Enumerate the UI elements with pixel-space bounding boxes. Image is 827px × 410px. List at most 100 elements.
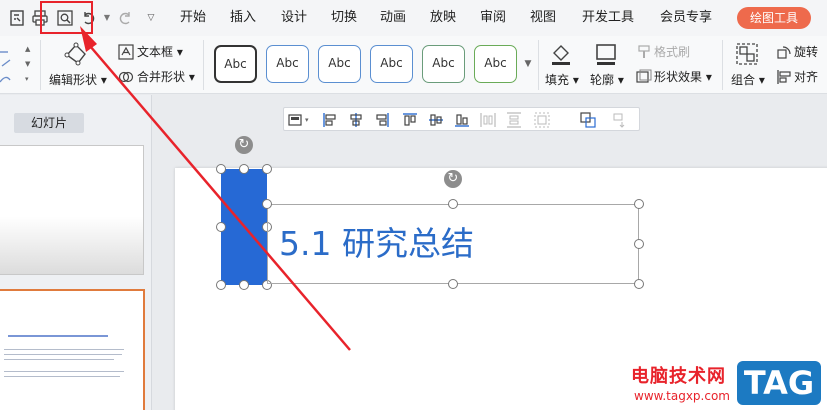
thumbnail-text-line	[4, 354, 122, 355]
format-painter-icon[interactable]	[636, 44, 652, 60]
shape-effect-label: 形状效果	[654, 70, 703, 84]
shape-effect-icon[interactable]	[636, 69, 652, 85]
group-objects-icon	[534, 112, 550, 128]
group-button[interactable]: 组合 ▾	[731, 72, 765, 88]
shape-gallery-partial[interactable]	[0, 42, 14, 88]
ribbon-separator	[40, 40, 41, 90]
align-center-icon[interactable]	[348, 112, 364, 128]
watermark-site-name: 电脑技术网	[631, 366, 726, 387]
style-preset-6[interactable]: Abc	[474, 45, 517, 83]
style-preset-2[interactable]: Abc	[266, 45, 309, 83]
tab-home[interactable]: 开始	[180, 9, 206, 27]
watermark-tag-logo: TAG	[737, 361, 821, 405]
style-preset-1[interactable]: Abc	[214, 45, 257, 83]
slide-title-text[interactable]: 5.1 研究总结	[279, 222, 474, 266]
ribbon-separator	[203, 40, 204, 90]
tab-view[interactable]: 视图	[530, 9, 556, 27]
resize-handle[interactable]	[634, 199, 644, 209]
style-preset-3[interactable]: Abc	[318, 45, 361, 83]
tab-drawing-tools[interactable]: 绘图工具	[737, 7, 811, 29]
resize-handle[interactable]	[448, 199, 458, 209]
floating-align-toolbar: ▾	[283, 107, 640, 131]
thumbnail-text-line	[4, 349, 124, 350]
tab-member[interactable]: 会员专享	[660, 9, 712, 27]
outline-icon[interactable]	[594, 42, 618, 66]
edit-shape-button[interactable]: 编辑形状 ▾	[49, 72, 107, 88]
slides-panel: 幻灯片	[0, 95, 152, 410]
slide-thumbnail-2[interactable]	[0, 289, 145, 410]
align-left-icon[interactable]	[322, 112, 338, 128]
merge-shape-label: 合并形状	[137, 70, 186, 84]
slide-thumbnail-1[interactable]	[0, 145, 144, 275]
style-preset-5[interactable]: Abc	[422, 45, 465, 83]
text-box-icon[interactable]	[118, 44, 134, 60]
rotate-button[interactable]: 旋转	[794, 44, 818, 60]
resize-handle[interactable]	[216, 280, 226, 290]
distribute-vertical-icon	[506, 112, 522, 128]
fill-icon[interactable]	[549, 42, 573, 66]
rotate-handle-icon[interactable]: ↻	[444, 170, 462, 188]
format-painter-button[interactable]: 格式刷	[654, 44, 690, 60]
align-icon[interactable]	[776, 69, 792, 85]
resize-handle[interactable]	[634, 279, 644, 289]
thumbnail-text-line	[4, 359, 114, 360]
distribute-horizontal-icon	[480, 112, 496, 128]
group-icon[interactable]	[735, 42, 759, 66]
align-right-icon[interactable]	[374, 112, 390, 128]
fill-label: 填充	[545, 73, 570, 87]
resize-handle[interactable]	[216, 222, 226, 232]
tab-transition[interactable]: 切换	[331, 9, 357, 27]
slides-tab[interactable]: 幻灯片	[14, 113, 84, 133]
resize-handle[interactable]	[634, 239, 644, 249]
tab-animation[interactable]: 动画	[380, 9, 406, 27]
align-top-icon[interactable]	[402, 112, 418, 128]
watermark-url: www.tagxp.com	[634, 389, 730, 403]
align-middle-icon[interactable]	[428, 112, 444, 128]
ribbon-separator	[722, 40, 723, 90]
resize-handle[interactable]	[239, 164, 249, 174]
tab-developer[interactable]: 开发工具	[582, 9, 634, 27]
title-bar: ▼ ▽ 开始 插入 设计 切换 动画 放映 审阅 视图 开发工具 会员专享 绘图…	[0, 0, 827, 36]
highlight-box	[40, 1, 93, 34]
select-pane-icon[interactable]	[288, 112, 304, 128]
resize-handle[interactable]	[216, 164, 226, 174]
tab-insert[interactable]: 插入	[230, 9, 256, 27]
text-box-button[interactable]: 文本框 ▾	[137, 44, 183, 60]
customize-quick-access-icon[interactable]: ▽	[142, 9, 160, 27]
text-box-label: 文本框	[137, 45, 174, 59]
shape-effect-button[interactable]: 形状效果 ▾	[654, 69, 712, 85]
shape-gallery-scroll[interactable]: ▲ ▼ ▾	[25, 42, 35, 88]
redo-icon[interactable]	[116, 9, 134, 27]
resize-handle[interactable]	[262, 164, 272, 174]
merge-shape-button[interactable]: 合并形状 ▾	[137, 69, 195, 85]
align-bottom-icon[interactable]	[454, 112, 470, 128]
style-preset-4[interactable]: Abc	[370, 45, 413, 83]
group-label: 组合	[731, 73, 756, 87]
undo-dropdown-icon[interactable]: ▼	[98, 9, 116, 27]
tab-design[interactable]: 设计	[281, 9, 307, 27]
align-button[interactable]: 对齐	[794, 69, 818, 85]
rotate-handle-icon[interactable]: ↻	[235, 136, 253, 154]
select-pane-dropdown-icon[interactable]: ▾	[305, 112, 321, 128]
resize-handle[interactable]	[448, 279, 458, 289]
edit-shape-label: 编辑形状	[49, 73, 98, 87]
blue-rectangle-shape[interactable]	[221, 169, 267, 285]
more-options-icon	[612, 112, 628, 128]
tab-slideshow[interactable]: 放映	[430, 9, 456, 27]
tab-review[interactable]: 审阅	[480, 9, 506, 27]
rotate-icon[interactable]	[776, 44, 792, 60]
outline-button[interactable]: 轮廓 ▾	[590, 72, 624, 88]
thumbnail-text-line	[4, 371, 124, 372]
combine-objects-icon[interactable]	[580, 112, 596, 128]
style-gallery-more-icon[interactable]: ▼	[521, 44, 535, 84]
outline-label: 轮廓	[590, 73, 615, 87]
thumbnail-text-line	[4, 376, 120, 377]
ribbon: ▲ ▼ ▾ 编辑形状 ▾ 文本框 ▾ 合并形状 ▾ Abc Abc Abc Abc …	[0, 36, 827, 94]
save-icon[interactable]	[8, 9, 26, 27]
merge-shape-icon[interactable]	[118, 69, 134, 85]
fill-button[interactable]: 填充 ▾	[545, 72, 579, 88]
resize-handle[interactable]	[262, 199, 272, 209]
resize-handle[interactable]	[239, 280, 249, 290]
ribbon-separator	[538, 40, 539, 90]
edit-shape-icon[interactable]	[64, 42, 88, 66]
